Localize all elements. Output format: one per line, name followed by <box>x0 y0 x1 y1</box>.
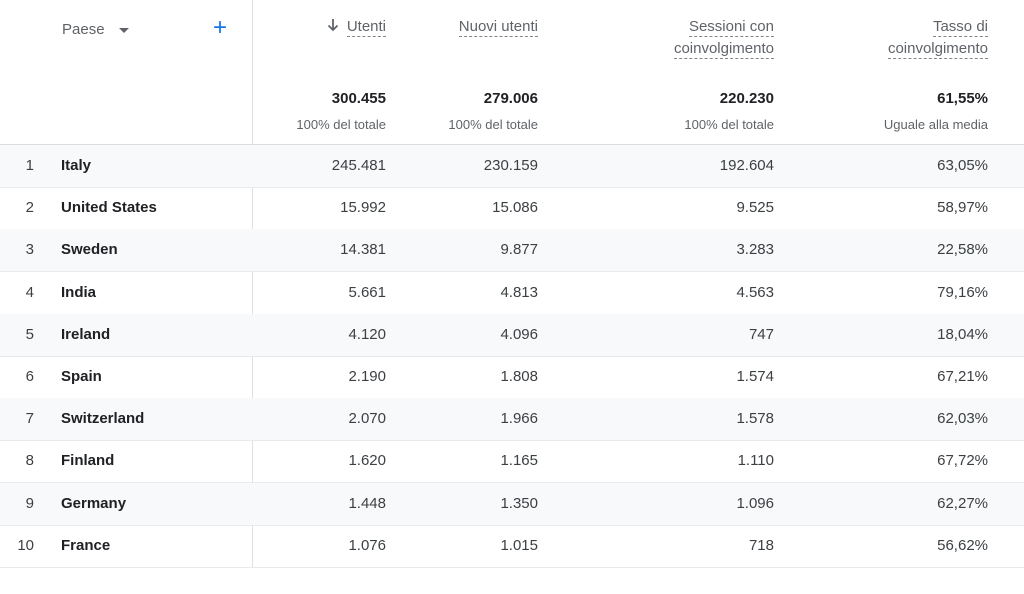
row-index: 9 <box>25 494 34 512</box>
row-country: Sweden <box>61 241 118 259</box>
column-total-nuovi_utenti: 279.006 <box>483 90 538 107</box>
row-index: 6 <box>25 368 34 385</box>
arrow-down-icon <box>327 17 339 32</box>
row-country: Germany <box>61 494 127 512</box>
cell-utenti: 245.481 <box>331 157 386 174</box>
cell-nuovi_utenti: 4.096 <box>500 325 538 343</box>
cell-sessioni: 9.525 <box>736 199 774 217</box>
column-title-line: Nuovi utenti <box>458 18 538 37</box>
cell-nuovi_utenti: 9.877 <box>500 241 538 259</box>
cell-utenti: 15.992 <box>340 199 386 217</box>
column-total-subtitle: Uguale alla media <box>883 117 988 132</box>
cell-sessioni: 718 <box>748 536 774 554</box>
table-row[interactable]: 1 Italy 245.481 230.159 192.604 63,05% <box>0 145 1024 188</box>
cell-tasso: 62,27% <box>937 494 988 512</box>
row-index: 2 <box>25 199 34 217</box>
column-title-line: Sessioni con <box>688 18 774 37</box>
table-row[interactable]: 2 United States 15.992 15.086 9.525 58,97% <box>0 187 1024 231</box>
column-total-subtitle: 100% del totale <box>448 117 538 132</box>
cell-nuovi_utenti: 15.086 <box>492 199 538 217</box>
cell-tasso: 56,62% <box>937 536 988 554</box>
column-total-sessioni: 220.230 <box>719 90 774 107</box>
row-country: France <box>61 536 111 554</box>
cell-sessioni: 4.563 <box>736 283 774 301</box>
cell-nuovi_utenti: 1.350 <box>500 494 538 512</box>
column-header-sessioni[interactable]: Sessioni con coinvolgimento <box>574 16 774 60</box>
cell-nuovi_utenti: 1.966 <box>500 410 538 428</box>
column-total-tasso: 61,55% <box>937 90 988 107</box>
row-index: 7 <box>25 410 34 428</box>
cell-tasso: 58,97% <box>937 199 988 217</box>
cell-nuovi_utenti: 230.159 <box>483 157 538 174</box>
dimension-selector[interactable]: Paese <box>62 18 129 40</box>
cell-utenti: 2.070 <box>348 410 386 428</box>
cell-tasso: 62,03% <box>937 410 988 428</box>
plus-icon[interactable]: + <box>209 16 231 40</box>
row-country: Spain <box>61 368 102 385</box>
row-country: United States <box>61 199 157 217</box>
cell-sessioni: 747 <box>748 325 774 343</box>
column-title-line: Tasso di <box>932 18 988 37</box>
cell-sessioni: 1.110 <box>737 452 774 470</box>
cell-utenti: 1.620 <box>348 452 386 470</box>
cell-sessioni: 3.283 <box>736 241 774 259</box>
table-row[interactable]: 6 Spain 2.190 1.808 1.574 67,21% <box>0 356 1024 399</box>
table-row[interactable]: 4 India 5.661 4.813 4.563 79,16% <box>0 272 1024 315</box>
cell-sessioni: 1.578 <box>736 410 774 428</box>
cell-sessioni: 1.096 <box>736 494 774 512</box>
cell-tasso: 67,21% <box>937 368 988 385</box>
cell-tasso: 18,04% <box>937 325 988 343</box>
column-total-subtitle: 100% del totale <box>684 117 774 132</box>
cell-utenti: 14.381 <box>340 241 386 259</box>
row-index: 8 <box>25 452 34 470</box>
cell-nuovi_utenti: 1.015 <box>500 536 538 554</box>
column-total-utenti: 300.455 <box>331 90 386 107</box>
row-index: 5 <box>25 325 34 343</box>
row-index: 4 <box>25 283 34 301</box>
row-country: India <box>61 283 97 301</box>
row-index: 10 <box>17 536 34 554</box>
cell-tasso: 79,16% <box>937 283 988 301</box>
cell-utenti: 1.448 <box>348 494 386 512</box>
dimension-label: Paese <box>62 20 105 38</box>
cell-nuovi_utenti: 1.165 <box>500 452 538 470</box>
column-title-line: coinvolgimento <box>673 40 774 59</box>
cell-sessioni: 192.604 <box>719 157 774 174</box>
column-header-tasso[interactable]: Tasso di coinvolgimento <box>788 16 988 60</box>
column-header-utenti[interactable]: Utenti <box>236 16 386 38</box>
cell-utenti: 5.661 <box>348 283 386 301</box>
row-index: 1 <box>25 157 34 174</box>
cell-nuovi_utenti: 4.813 <box>500 283 538 301</box>
cell-utenti: 1.076 <box>348 536 386 554</box>
row-country: Finland <box>61 452 115 470</box>
cell-nuovi_utenti: 1.808 <box>500 368 538 385</box>
table-row[interactable]: 3 Sweden 14.381 9.877 3.283 22,58% <box>0 229 1024 273</box>
caret-down-icon <box>118 27 129 33</box>
cell-tasso: 22,58% <box>937 241 988 259</box>
table-row[interactable]: 8 Finland 1.620 1.165 1.110 67,72% <box>0 440 1024 484</box>
row-country: Ireland <box>61 325 111 343</box>
row-country: Italy <box>61 157 92 174</box>
row-country: Switzerland <box>61 410 145 428</box>
row-index: 3 <box>25 241 34 259</box>
table-row[interactable]: 10 France 1.076 1.015 718 56,62% <box>0 525 1024 568</box>
table-row[interactable]: 7 Switzerland 2.070 1.966 1.578 62,03% <box>0 398 1024 442</box>
column-title-line: Utenti <box>346 18 386 37</box>
cell-utenti: 2.190 <box>348 368 386 385</box>
cell-sessioni: 1.574 <box>736 368 774 385</box>
table-row[interactable]: 9 Germany 1.448 1.350 1.096 62,27% <box>0 482 1024 526</box>
column-header-nuovi_utenti[interactable]: Nuovi utenti <box>388 16 538 38</box>
table-row[interactable]: 5 Ireland 4.120 4.096 747 18,04% <box>0 313 1024 357</box>
report-table: Paese + Utenti 300.455 100% del totale Nuov… <box>0 0 1024 594</box>
cell-tasso: 63,05% <box>937 157 988 174</box>
cell-tasso: 67,72% <box>937 452 988 470</box>
column-title-line: coinvolgimento <box>887 40 988 59</box>
cell-utenti: 4.120 <box>348 325 386 343</box>
column-total-subtitle: 100% del totale <box>296 117 386 132</box>
